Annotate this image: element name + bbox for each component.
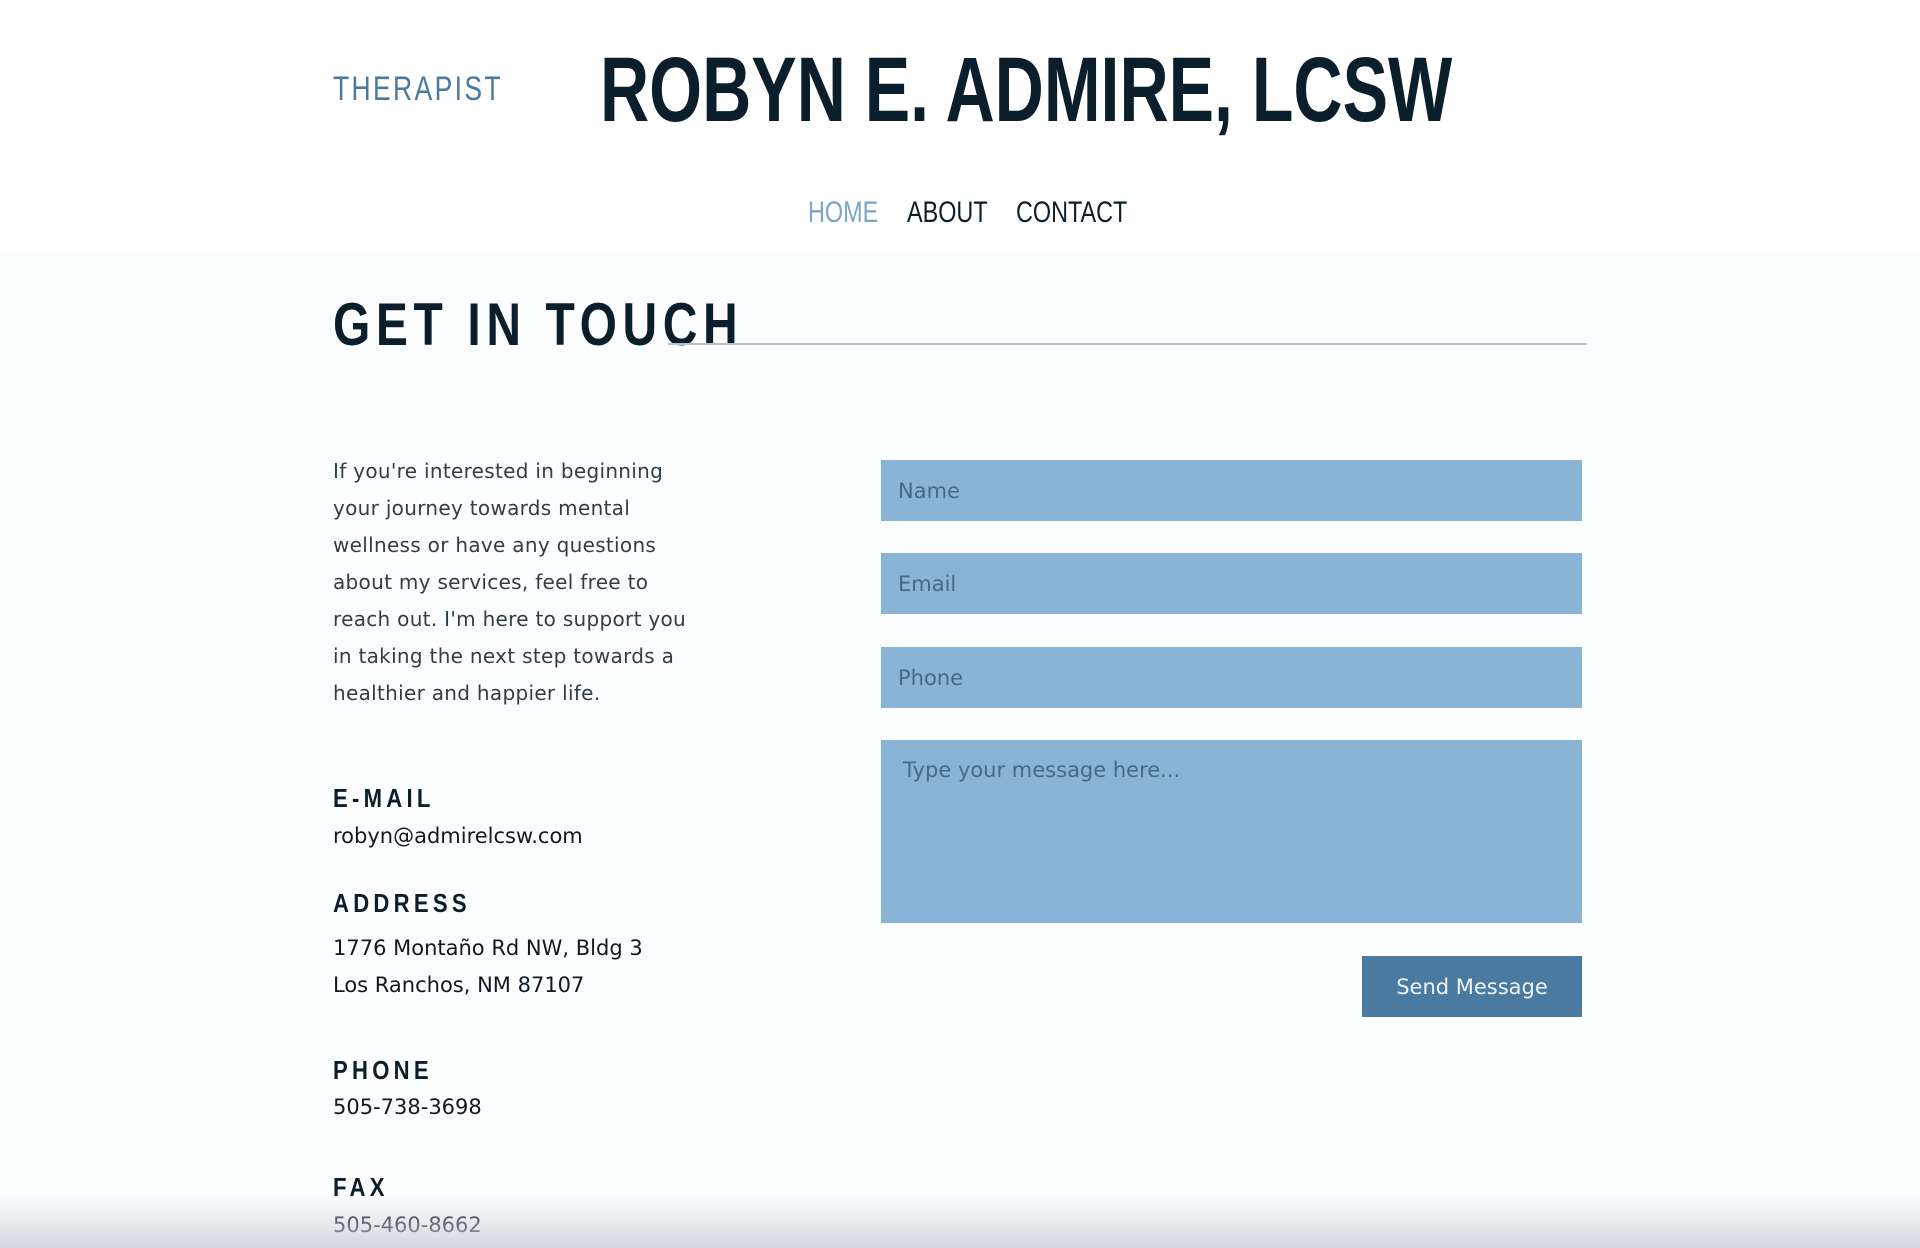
address-line-2: Los Ranchos, NM 87107 bbox=[333, 973, 585, 997]
send-message-button[interactable]: Send Message bbox=[1362, 956, 1582, 1017]
phone-label: PHONE bbox=[333, 1055, 433, 1085]
main-nav: HOME ABOUT CONTACT bbox=[808, 196, 1127, 230]
site-tagline: THERAPIST bbox=[333, 70, 503, 108]
phone-input[interactable] bbox=[881, 647, 1582, 708]
intro-text: If you're interested in beginning your j… bbox=[333, 459, 687, 705]
site-title[interactable]: ROBYN E. ADMIRE, LCSW bbox=[600, 40, 1452, 140]
section-divider bbox=[668, 343, 1587, 345]
section-title: GET IN TOUCH bbox=[333, 291, 744, 358]
email-label: E-MAIL bbox=[333, 783, 435, 813]
nav-item-home[interactable]: HOME bbox=[808, 196, 885, 230]
fax-value: 505-460-8662 bbox=[333, 1213, 482, 1237]
email-input[interactable] bbox=[881, 553, 1582, 614]
fax-label: FAX bbox=[333, 1172, 389, 1202]
message-textarea[interactable] bbox=[881, 740, 1582, 923]
site-header: THERAPIST ROBYN E. ADMIRE, LCSW HOME ABO… bbox=[0, 0, 1920, 250]
email-value[interactable]: robyn@admirelcsw.com bbox=[333, 818, 583, 855]
bottom-fade bbox=[0, 1196, 1920, 1248]
nav-item-about[interactable]: ABOUT bbox=[907, 196, 992, 230]
name-input[interactable] bbox=[881, 460, 1582, 521]
nav-item-contact[interactable]: CONTACT bbox=[1016, 196, 1127, 230]
address-line-1: 1776 Montaño Rd NW, Bldg 3 bbox=[333, 936, 643, 960]
address-label: ADDRESS bbox=[333, 888, 471, 918]
page: THERAPIST ROBYN E. ADMIRE, LCSW HOME ABO… bbox=[0, 0, 1920, 1248]
phone-value[interactable]: 505-738-3698 bbox=[333, 1089, 482, 1126]
